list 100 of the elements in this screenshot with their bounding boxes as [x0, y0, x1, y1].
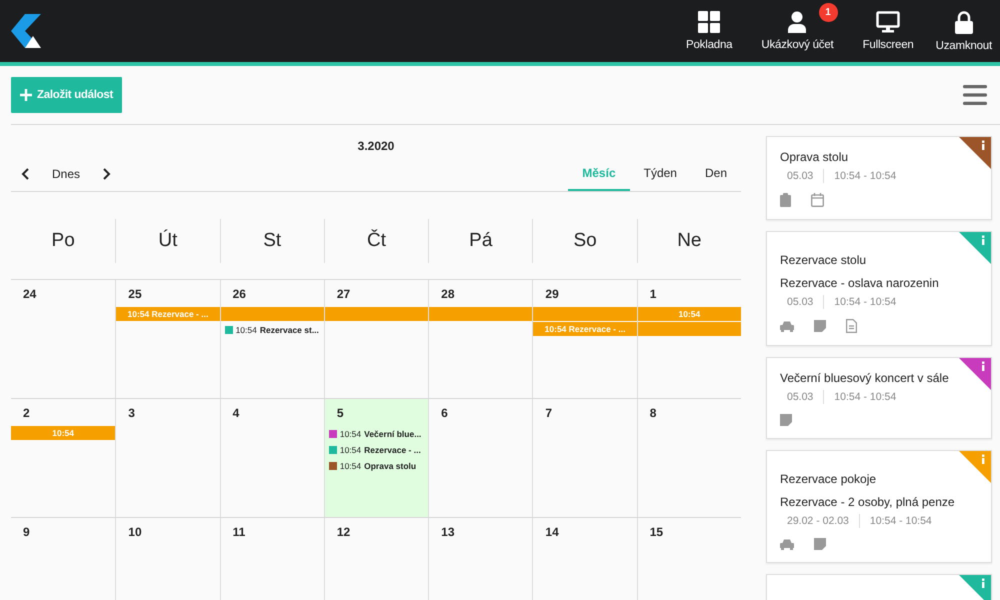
event-bar[interactable]: [429, 307, 532, 321]
today-button[interactable]: Dnes: [52, 166, 80, 180]
day-number: 12: [336, 524, 352, 541]
day-number: 26: [232, 286, 247, 303]
card-date: 05.03: [787, 296, 814, 308]
weekday-header: Po: [50, 229, 76, 253]
next-icon[interactable]: [103, 168, 112, 180]
card-date: 05.03: [787, 391, 814, 403]
nav-item[interactable]: 1 Ukázkový účet: [755, 0, 840, 62]
day-number: 11: [232, 524, 246, 541]
event-card[interactable]: Rezervace stolu Rezervace - oslava narozenin 05.03 10:54 - 10:54: [766, 231, 992, 346]
logo-icon: [11, 14, 43, 48]
card-title: Rezervace stolu: [780, 253, 868, 267]
document-icon: [846, 319, 857, 333]
day-cell[interactable]: 24: [11, 280, 116, 398]
menu-icon[interactable]: [963, 85, 987, 105]
day-number: 3: [127, 405, 136, 422]
view-tab[interactable]: Týden: [630, 156, 691, 191]
nav-label: Uzamknout: [936, 40, 992, 52]
day-cell[interactable]: 15: [636, 518, 741, 600]
day-cell[interactable]: 8: [636, 399, 741, 517]
card-title: Večerní bluesový koncert v sále: [780, 371, 950, 385]
event-card[interactable]: Oprava stolu 05.03 10:54 - 10:54: [766, 136, 992, 220]
event-bar[interactable]: [638, 322, 741, 336]
day-cell[interactable]: 28: [428, 280, 532, 398]
nav-item[interactable]: Pokladna: [680, 0, 738, 62]
day-number: 13: [440, 524, 456, 541]
event-bar[interactable]: [324, 307, 428, 321]
view-tab[interactable]: Den: [690, 156, 741, 191]
plus-icon: [20, 89, 32, 101]
clipboard-icon: [780, 193, 791, 207]
calendar-icon: [811, 193, 824, 207]
card-time: 10:54 - 10:54: [834, 391, 896, 403]
day-cell[interactable]: 13: [428, 518, 532, 600]
day-cell[interactable]: 9: [11, 518, 116, 600]
day-number: 8: [648, 405, 658, 422]
event-card[interactable]: Rezervace pokoje Rezervace - 2 osoby, plná penze 29.02 - 02.03 10:54 - 10:54: [766, 450, 992, 563]
nav-item[interactable]: Fullscreen: [856, 0, 920, 62]
day-cell[interactable]: 2 10:54: [11, 399, 116, 517]
day-cell[interactable]: 12: [324, 518, 428, 600]
user-icon: [786, 11, 808, 33]
card-time: 10:54 - 10:54: [870, 515, 932, 527]
card-title: Oprava stolu: [780, 150, 850, 164]
card-date: 05.03: [787, 170, 814, 182]
card-time: 10:54 - 10:54: [834, 170, 896, 182]
card-date: 29.02 - 02.03: [787, 515, 849, 527]
nav-label: Ukázkový účet: [761, 39, 834, 51]
day-cell[interactable]: 5 10:54 Večerní blue... 10:54 Rezervace - ... 10:54 Oprava stolu: [324, 399, 428, 517]
weekday-header: Út: [115, 219, 220, 263]
event-bar[interactable]: [220, 307, 324, 321]
event-title[interactable]: Rezervace st...: [260, 324, 319, 334]
day-cell[interactable]: 26 10:54 Rezervace st...: [220, 280, 324, 398]
car-icon: [780, 538, 794, 550]
nav-label: Fullscreen: [862, 39, 914, 51]
event-time: 10:54: [340, 444, 362, 454]
day-number: 5: [336, 405, 345, 422]
previous-icon[interactable]: [21, 168, 29, 180]
day-number: 27: [336, 286, 352, 303]
note-icon: [780, 414, 792, 426]
event-card[interactable]: Večerní bluesový koncert v sále 05.03 10:54 - 10:54: [766, 357, 992, 439]
grid-icon: [698, 11, 720, 33]
day-cell[interactable]: 10: [115, 518, 220, 600]
day-number: 29: [544, 286, 560, 303]
weekday-header: Ne: [636, 219, 741, 263]
event-time: 10:54: [236, 324, 257, 334]
day-number: 14: [544, 524, 560, 541]
event-title[interactable]: Oprava stolu: [364, 460, 416, 470]
day-number: 2: [22, 405, 31, 422]
car-icon: [780, 320, 794, 332]
day-cell[interactable]: 27: [324, 280, 428, 398]
day-number: 15: [648, 524, 664, 541]
event-title[interactable]: Rezervace - ...: [364, 444, 421, 454]
day-number: 24: [22, 286, 38, 303]
notification-badge: 1: [818, 3, 838, 22]
nav-item[interactable]: Uzamknout: [930, 0, 1000, 62]
event-bar[interactable]: [533, 307, 637, 321]
day-cell[interactable]: 11: [220, 518, 324, 600]
day-cell[interactable]: 1 10:54: [636, 280, 741, 398]
weekday-header: Pá: [428, 219, 532, 263]
card-subtitle: Rezervace - oslava narozenin: [780, 276, 940, 290]
day-cell[interactable]: 14: [532, 518, 637, 600]
day-cell[interactable]: 6: [428, 399, 532, 517]
day-number: 10: [127, 524, 143, 541]
event-title[interactable]: Večerní blue...: [364, 428, 422, 438]
card-title: Rezervace pokoje: [780, 472, 878, 486]
day-cell[interactable]: 7: [532, 399, 637, 517]
day-number: 25: [127, 286, 143, 303]
day-cell[interactable]: 3: [115, 399, 220, 517]
card-time: 10:54 - 10:54: [834, 296, 896, 308]
day-number: 7: [544, 405, 554, 422]
day-number: 28: [440, 286, 456, 303]
monitor-icon: [876, 11, 900, 33]
day-cell[interactable]: 29 10:54 Rezervace - ...: [532, 280, 637, 398]
event-time: 10:54: [340, 428, 362, 438]
day-number: 9: [22, 524, 31, 541]
day-number: 6: [440, 405, 449, 422]
note-icon: [814, 538, 826, 550]
card-subtitle: Rezervace - 2 osoby, plná penze: [780, 495, 956, 509]
day-cell[interactable]: 25 10:54 Rezervace - ...: [115, 280, 220, 398]
nav-label: Pokladna: [686, 39, 732, 51]
